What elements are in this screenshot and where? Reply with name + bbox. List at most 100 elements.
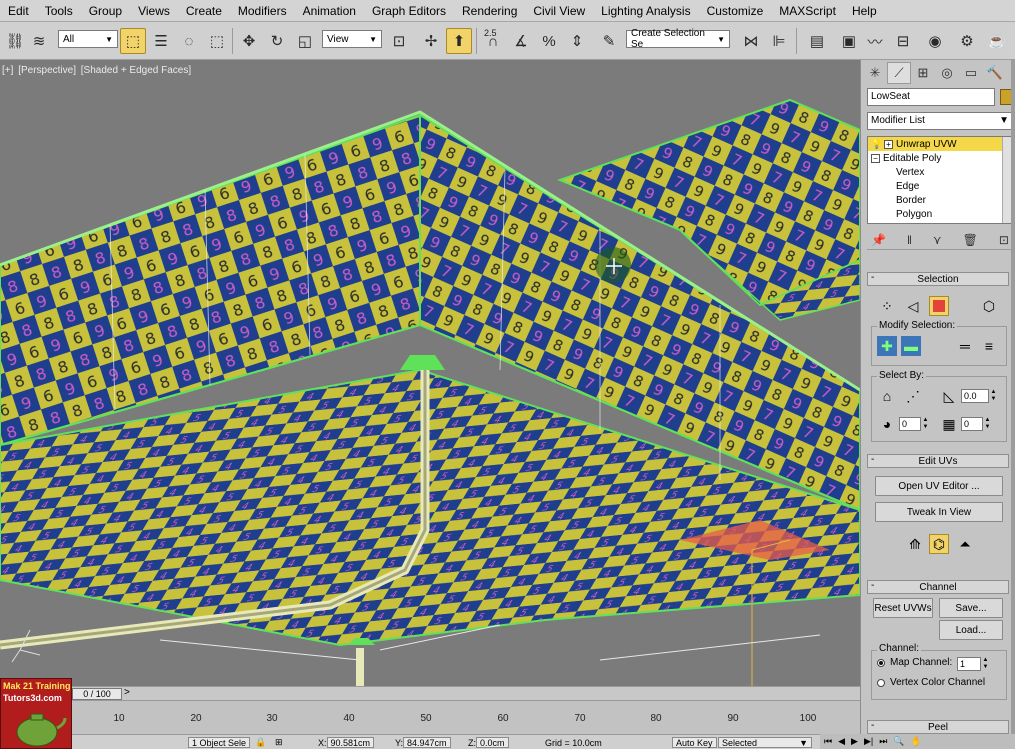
go-to-end-icon[interactable]: ⏭ (879, 736, 887, 747)
viewport-label[interactable]: [+] [Perspective] [Shaded + Edged Faces] (2, 65, 193, 76)
z-coordinate[interactable]: Z: 0.0cm (468, 737, 509, 748)
select-by-edge-icon[interactable]: ⋰ (903, 386, 923, 406)
object-name-field[interactable]: LowSeat (867, 88, 995, 106)
time-slider-bar[interactable]: 0 / 100 > (0, 686, 860, 700)
mirror-icon[interactable]: ⋈ (738, 28, 764, 54)
menu-maxscript[interactable]: MAXScript (771, 4, 844, 18)
unlink-icon[interactable]: ≋ (26, 28, 52, 54)
hierarchy-tab-icon[interactable]: ⊞ (911, 62, 935, 84)
quick-peel-icon[interactable]: ⌬ (929, 534, 949, 554)
lock-selection-icon[interactable]: 🔒 (255, 737, 266, 748)
collapse-icon[interactable]: − (871, 153, 880, 163)
select-by-element-icon[interactable]: ⌂ (877, 386, 897, 406)
go-to-start-icon[interactable]: ⏮ (824, 736, 832, 747)
configure-sets-icon[interactable]: ⊡ (999, 233, 1009, 247)
z-coordinate-value[interactable]: 0.0cm (476, 737, 509, 748)
modifier-list-dropdown[interactable]: Modifier List ▼ (867, 112, 1013, 130)
select-by-smoothing-icon[interactable]: ◕ (877, 414, 897, 434)
spinner-arrows-icon[interactable]: ▲ ▼ (990, 389, 997, 403)
radio-dot[interactable] (877, 678, 885, 687)
ring-selection-icon[interactable]: ≡ (979, 336, 999, 356)
angle-snap-icon[interactable]: ∡ (508, 28, 534, 54)
perspective-viewport[interactable]: [+] [Perspective] [Shaded + Edged Faces]… (0, 60, 860, 686)
element-select-icon[interactable]: ⬡ (979, 296, 999, 316)
load-uvs-button[interactable]: Load... (939, 620, 1003, 640)
edit-uvs-rollout-header[interactable]: - Edit UVs (867, 454, 1009, 468)
stack-item-polygon[interactable]: Polygon (868, 207, 1012, 221)
menu-animation[interactable]: Animation (295, 4, 364, 18)
vertex-color-channel-radio[interactable]: Vertex Color Channel (877, 677, 985, 688)
stack-item-edge[interactable]: Edge (868, 179, 1012, 193)
next-frame-icon[interactable]: ▶| (864, 736, 873, 747)
spinner-arrows-icon[interactable]: ▲ ▼ (984, 417, 991, 431)
material-editor-icon[interactable]: ◉ (922, 28, 948, 54)
display-tab-icon[interactable]: ▭ (959, 62, 983, 84)
motion-tab-icon[interactable]: ◎ (935, 62, 959, 84)
menu-tools[interactable]: Tools (37, 4, 81, 18)
peel-rollout-header[interactable]: - Peel (867, 720, 1009, 734)
utilities-tab-icon[interactable]: 🔨 (983, 62, 1007, 84)
move-icon[interactable]: ✥ (236, 28, 262, 54)
planar-angle-spinner[interactable]: 0.0 (961, 389, 989, 403)
link-icon[interactable]: ⛓ (2, 28, 28, 54)
scale-icon[interactable]: ◱ (292, 28, 318, 54)
modify-tab-icon[interactable]: ⟋ (887, 62, 911, 84)
selection-filter-dropdown[interactable]: All ▼ (58, 30, 118, 48)
spinner-snap-icon[interactable]: ⇕ (564, 28, 590, 54)
vertex-select-icon[interactable]: ⁘ (877, 296, 897, 316)
make-unique-icon[interactable]: ⋎ (933, 233, 942, 247)
loop-selection-icon[interactable]: ═ (955, 336, 975, 356)
viewport-menu-label[interactable]: [+] (2, 65, 13, 76)
lightbulb-icon[interactable]: 💡 (871, 139, 882, 150)
tweak-in-view-button[interactable]: Tweak In View (875, 502, 1003, 522)
map-channel-spinner[interactable]: 1 (957, 657, 981, 671)
quick-align-icon[interactable]: ⏶ (955, 534, 975, 554)
save-uvs-button[interactable]: Save... (939, 598, 1003, 618)
menu-create[interactable]: Create (178, 4, 230, 18)
stack-item-editable-poly[interactable]: − Editable Poly (868, 151, 1012, 165)
reference-coordinate-dropdown[interactable]: View ▼ (322, 30, 382, 48)
render-icon[interactable]: ☕ (984, 28, 1010, 54)
scene-explorer-icon[interactable]: ▣ (836, 28, 862, 54)
menu-rendering[interactable]: Rendering (454, 4, 525, 18)
menu-help[interactable]: Help (844, 4, 885, 18)
y-coordinate[interactable]: Y: 84.947cm (395, 737, 451, 748)
align-icon[interactable]: ⊫ (766, 28, 792, 54)
rotate-icon[interactable]: ↻ (264, 28, 290, 54)
select-by-name-icon[interactable]: ☰ (148, 28, 174, 54)
keyboard-shortcut-icon[interactable]: ⬆ (446, 28, 472, 54)
previous-frame-icon[interactable]: ◀ (838, 736, 845, 747)
grow-selection-icon[interactable]: ✚ (877, 336, 897, 356)
menu-lighting-analysis[interactable]: Lighting Analysis (593, 4, 698, 18)
select-object-icon[interactable]: ⬚ (120, 28, 146, 54)
stack-item-border[interactable]: Border (868, 193, 1012, 207)
menu-modifiers[interactable]: Modifiers (230, 4, 295, 18)
select-by-material-icon[interactable]: ▦ (939, 414, 959, 434)
render-setup-icon[interactable]: ⚙ (954, 28, 980, 54)
x-coordinate[interactable]: X: 90.581cm (318, 737, 375, 748)
quick-planar-map-icon[interactable]: ⟰ (905, 534, 925, 554)
spinner-arrows-icon[interactable]: ▲ ▼ (982, 657, 989, 671)
pan-icon[interactable]: ✋ (911, 736, 922, 747)
remove-modifier-icon[interactable]: 🗑 (963, 233, 978, 247)
viewport-pov-label[interactable]: [Perspective] (18, 65, 76, 76)
viewport-shading-label[interactable]: [Shaded + Edged Faces] (81, 65, 191, 76)
planar-angle-icon[interactable]: ◺ (939, 386, 959, 406)
modifier-stack[interactable]: 💡 + Unwrap UVW − Editable Poly Vertex Edge … (867, 136, 1013, 224)
layer-icon[interactable]: ▤ (804, 28, 830, 54)
percent-snap-icon[interactable]: % (536, 28, 562, 54)
radio-dot[interactable] (877, 658, 885, 667)
show-end-result-icon[interactable]: ‖ (907, 233, 912, 247)
play-icon[interactable]: ▶ (851, 736, 858, 747)
selection-rollout-header[interactable]: - Selection (867, 272, 1009, 286)
zoom-icon[interactable]: 🔍 (893, 736, 904, 747)
polygon-select-icon[interactable] (929, 296, 949, 316)
open-uv-editor-button[interactable]: Open UV Editor ... (875, 476, 1003, 496)
map-channel-radio[interactable]: Map Channel: (877, 657, 952, 668)
select-by-smoothing-spinner[interactable]: 0 (899, 417, 921, 431)
edit-named-sets-icon[interactable]: ✎ (596, 28, 622, 54)
auto-key-button[interactable]: Auto Key (672, 737, 717, 748)
menu-views[interactable]: Views (130, 4, 178, 18)
pivot-icon[interactable]: ⊡ (386, 28, 412, 54)
menu-edit[interactable]: Edit (0, 4, 37, 18)
